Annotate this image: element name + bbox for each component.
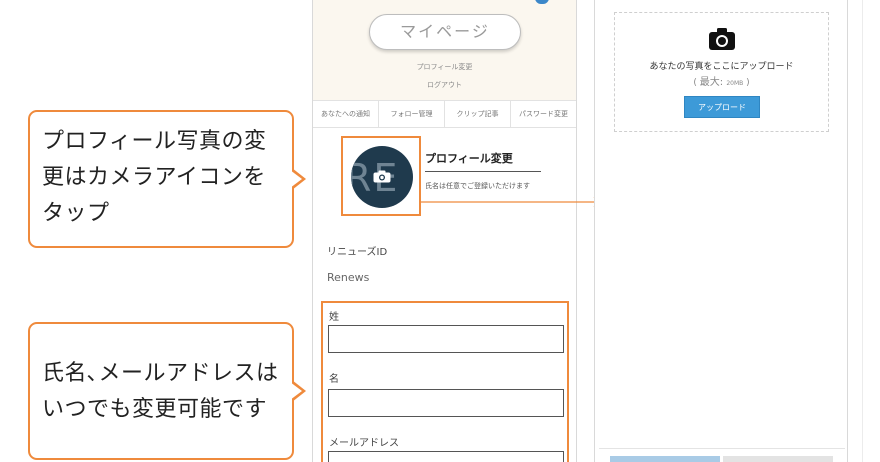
secondary-action-button[interactable] bbox=[723, 456, 833, 462]
email-label: メールアドレス bbox=[329, 438, 399, 449]
screenshot-stage: プロフィール写真の変更はカメラアイコンをタップ 氏名､メールアドレスはいつでも変… bbox=[0, 0, 880, 462]
user-id-value: Renews bbox=[327, 271, 370, 284]
name-email-highlight: 姓 名 メールアドレス bbox=[321, 301, 569, 462]
tab-password-change[interactable]: パスワード変更 bbox=[511, 101, 576, 127]
photo-upload-panel: あなたの写真をここにアップロード ( 最大: 20MB ) アップロード bbox=[594, 0, 848, 462]
max-size-value: 20MB bbox=[726, 80, 744, 87]
email-field[interactable] bbox=[328, 451, 564, 462]
connector-arrow bbox=[420, 196, 603, 208]
user-id-label: リニューズID bbox=[327, 247, 388, 258]
mypage-phone-screen: マイページ プロフィール変更 ログアウト あなたへの通知 フォロー管理 クリップ… bbox=[312, 0, 577, 462]
photo-dropzone[interactable]: あなたの写真をここにアップロード ( 最大: 20MB ) アップロード bbox=[614, 12, 829, 132]
camera-icon[interactable] bbox=[373, 170, 391, 183]
last-name-label: 姓 bbox=[329, 312, 339, 323]
logout-link[interactable]: ログアウト bbox=[313, 80, 576, 90]
divider bbox=[599, 448, 845, 449]
right-edge-panel bbox=[862, 0, 880, 462]
dropzone-text: あなたの写真をここにアップロード bbox=[649, 62, 794, 72]
avatar-highlight: RE bbox=[341, 136, 421, 216]
title-underline bbox=[425, 171, 541, 172]
profile-edit-link[interactable]: プロフィール変更 bbox=[313, 62, 576, 72]
camera-icon bbox=[709, 28, 735, 50]
mypage-header: マイページ プロフィール変更 ログアウト bbox=[313, 0, 576, 100]
max-size-note: ( 最大: 20MB ) bbox=[615, 73, 828, 88]
mypage-tabs: あなたへの通知 フォロー管理 クリップ記事 パスワード変更 bbox=[313, 100, 576, 128]
callout-pointer bbox=[290, 380, 306, 402]
callout-name-email: 氏名､メールアドレスはいつでも変更可能です bbox=[28, 322, 306, 460]
notification-dot bbox=[535, 0, 549, 4]
callout-profile-photo-text: プロフィール写真の変更はカメラアイコンをタップ bbox=[42, 129, 267, 226]
profile-note: 氏名は任意でご登録いただけます bbox=[425, 182, 530, 190]
last-name-field[interactable] bbox=[328, 325, 564, 353]
tab-follow-management[interactable]: フォロー管理 bbox=[379, 101, 445, 127]
first-name-label: 名 bbox=[329, 374, 339, 385]
callout-pointer bbox=[290, 168, 306, 190]
max-size-label: 最大: bbox=[699, 77, 727, 88]
primary-action-button[interactable] bbox=[610, 456, 720, 462]
max-size-close: ) bbox=[743, 78, 750, 88]
tab-clipped-articles[interactable]: クリップ記事 bbox=[445, 101, 511, 127]
avatar[interactable]: RE bbox=[351, 146, 413, 208]
callout-name-email-text: 氏名､メールアドレスはいつでも変更可能です bbox=[42, 361, 279, 422]
callout-profile-photo: プロフィール写真の変更はカメラアイコンをタップ bbox=[28, 110, 306, 248]
profile-edit-title: プロフィール変更 bbox=[425, 152, 513, 165]
upload-button[interactable]: アップロード bbox=[684, 96, 760, 118]
mypage-button[interactable]: マイページ bbox=[369, 14, 521, 50]
first-name-field[interactable] bbox=[328, 389, 564, 417]
tab-notifications[interactable]: あなたへの通知 bbox=[313, 101, 379, 127]
